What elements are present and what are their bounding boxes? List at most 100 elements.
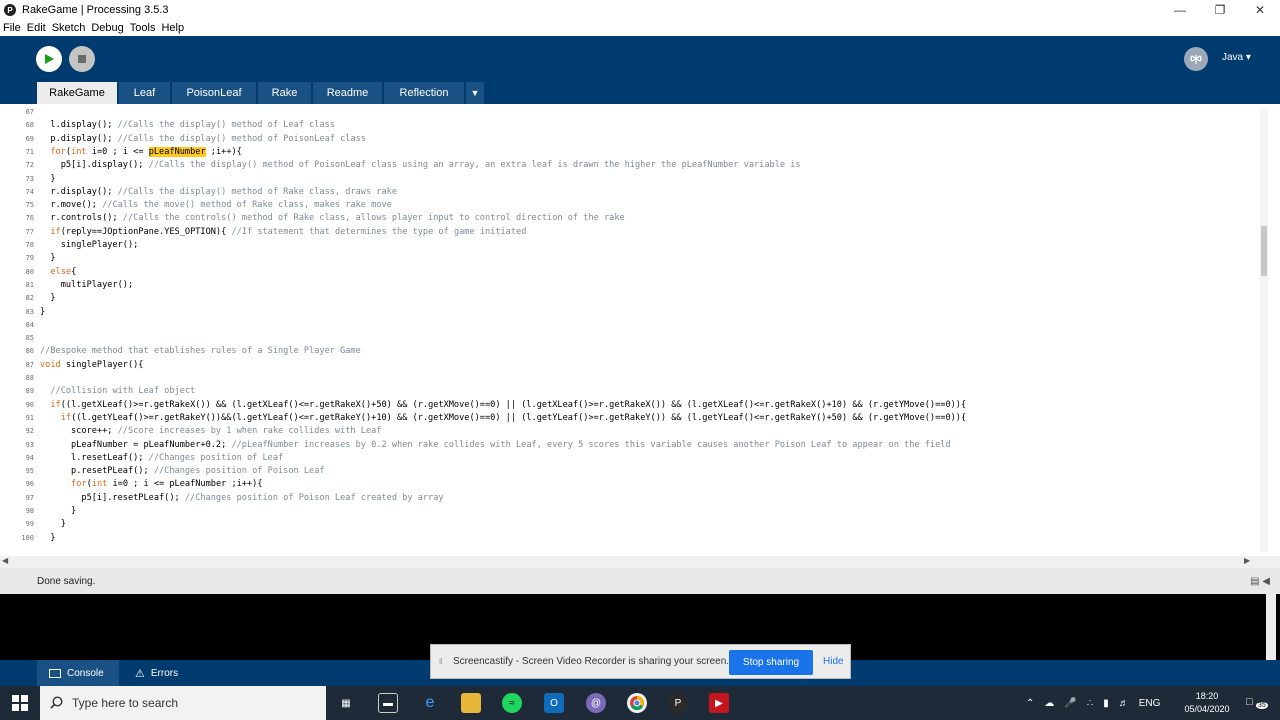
code-line[interactable]: 88: [0, 372, 1256, 385]
horizontal-scrollbar[interactable]: ◀ ▶: [0, 556, 1280, 568]
wifi-icon[interactable]: ∴: [1087, 698, 1093, 709]
code-line[interactable]: 100 }: [0, 532, 1256, 545]
menu-file[interactable]: File: [3, 22, 21, 34]
code-editor[interactable]: 67 68 l.display(); //Calls the display() …: [0, 104, 1280, 556]
language-indicator[interactable]: ENG: [1139, 698, 1161, 709]
code-line[interactable]: 94 l.resetLeaf(); //Changes position of …: [0, 452, 1256, 465]
tab-poisonleaf[interactable]: PoisonLeaf: [172, 82, 256, 104]
stop-icon: [78, 55, 86, 63]
maximize-icon[interactable]: ❐: [1200, 0, 1240, 20]
mode-selector[interactable]: Java ▾: [1222, 52, 1251, 63]
taskbar-search[interactable]: Type here to search: [40, 686, 326, 720]
code-line[interactable]: 91 if((l.getYLeaf()>=r.getRakeY())&&(l.g…: [0, 412, 1256, 425]
code-line[interactable]: 77 if(reply==JOptionPane.YES_OPTION){ //…: [0, 226, 1256, 239]
chrome-icon[interactable]: [627, 693, 647, 713]
code-text: singlePlayer();: [40, 240, 139, 250]
play-icon: [45, 54, 54, 64]
code-line[interactable]: 95 p.resetPLeaf(); //Changes position of…: [0, 465, 1256, 478]
stop-button[interactable]: [69, 46, 95, 72]
code-line[interactable]: 74 r.display(); //Calls the display() me…: [0, 186, 1256, 199]
menu-help[interactable]: Help: [161, 22, 184, 34]
code-text: if((l.getXLeaf()>=r.getRakeX()) && (l.ge…: [50, 399, 967, 410]
code-line[interactable]: 79 }: [0, 252, 1256, 265]
code-line[interactable]: 97 p5[i].resetPLeaf(); //Changes positio…: [0, 492, 1256, 505]
menu-sketch[interactable]: Sketch: [52, 22, 86, 34]
vertical-scrollbar[interactable]: [1260, 108, 1268, 552]
task-view-icon[interactable]: ▦: [336, 693, 356, 713]
processing-logo-icon: P: [4, 4, 16, 16]
code-line[interactable]: 76 r.controls(); //Calls the controls() …: [0, 212, 1256, 225]
acrobat-icon[interactable]: ▶: [709, 693, 729, 713]
line-number: 96: [25, 480, 34, 489]
menu-tools[interactable]: Tools: [130, 22, 156, 34]
stop-sharing-button[interactable]: Stop sharing: [729, 650, 813, 675]
file-explorer-icon[interactable]: [461, 693, 481, 713]
terminal-icon[interactable]: ▬: [378, 693, 398, 713]
code-line[interactable]: 96 for(int i=0 ; i <= pLeafNumber ;i++){: [0, 478, 1256, 491]
code-line[interactable]: 69 p.display(); //Calls the display() me…: [0, 133, 1256, 146]
tray-expand-icon[interactable]: ⌃: [1026, 698, 1034, 709]
code-line[interactable]: 85: [0, 332, 1256, 345]
code-text: }: [40, 506, 77, 516]
hide-button[interactable]: Hide: [823, 656, 844, 667]
code-line[interactable]: 73 }: [0, 173, 1256, 186]
menu-edit[interactable]: Edit: [27, 22, 46, 34]
menu-debug[interactable]: Debug: [91, 22, 123, 34]
close-icon[interactable]: ✕: [1240, 0, 1280, 20]
code-line[interactable]: 84: [0, 319, 1256, 332]
code-line[interactable]: 81 multiPlayer();: [0, 279, 1256, 292]
processing-taskbar-icon[interactable]: P: [668, 693, 688, 713]
code-line[interactable]: 87 void singlePlayer(){: [0, 359, 1256, 372]
scroll-right-icon[interactable]: ▶: [1244, 556, 1250, 565]
code-line[interactable]: 83}: [0, 306, 1256, 319]
code-line[interactable]: 93 pLeafNumber = pLeafNumber+0.2; //pLea…: [0, 439, 1256, 452]
code-line[interactable]: 80 else{: [0, 266, 1256, 279]
onedrive-icon[interactable]: ☁: [1044, 698, 1054, 709]
code-line[interactable]: 92 score++; //Score increases by 1 when …: [0, 425, 1256, 438]
app-swirl-icon[interactable]: @: [586, 693, 606, 713]
code-line[interactable]: 86 //Bespoke method that etablishes rules…: [0, 345, 1256, 358]
tab-menu-icon[interactable]: ▼: [466, 82, 484, 104]
mic-icon[interactable]: 🎤: [1064, 698, 1076, 709]
line-number: 92: [25, 427, 34, 436]
code-line[interactable]: 72 p5[i].display(); //Calls the display(…: [0, 159, 1256, 172]
tab-rakegame[interactable]: RakeGame: [37, 82, 117, 104]
windows-start-icon[interactable]: [12, 695, 28, 711]
code-line[interactable]: 82 }: [0, 292, 1256, 305]
system-clock[interactable]: 18:20 05/04/2020: [1182, 690, 1232, 716]
drag-handle-icon[interactable]: ‖: [439, 657, 442, 666]
tab-console[interactable]: Console: [37, 660, 119, 686]
tab-leaf[interactable]: Leaf: [119, 82, 170, 104]
minimize-icon[interactable]: —: [1160, 0, 1200, 20]
outlook-icon[interactable]: O: [544, 693, 564, 713]
code-line[interactable]: 71 for(int i=0 ; i <= pLeafNumber ;i++){: [0, 146, 1256, 159]
code-line[interactable]: 89 //Collision with Leaf object: [0, 385, 1256, 398]
run-button[interactable]: [36, 46, 62, 72]
code-line[interactable]: 67: [0, 106, 1256, 119]
edge-icon[interactable]: e: [420, 693, 440, 713]
code-line[interactable]: 99 }: [0, 518, 1256, 531]
search-placeholder: Type here to search: [72, 696, 179, 710]
debug-button[interactable]: [1184, 47, 1208, 71]
code-line[interactable]: 78 singlePlayer();: [0, 239, 1256, 252]
tab-reflection[interactable]: Reflection: [384, 82, 464, 104]
volume-icon[interactable]: ♬: [1119, 698, 1129, 709]
code-line[interactable]: 68 l.display(); //Calls the display() me…: [0, 119, 1256, 132]
notification-icon[interactable]: □ 35: [1244, 694, 1268, 712]
code-line[interactable]: 98 }: [0, 505, 1256, 518]
code-line[interactable]: 75 r.move(); //Calls the move() method o…: [0, 199, 1256, 212]
scrollbar-thumb[interactable]: [1261, 226, 1267, 276]
code-text: r.controls(); //Calls the controls() met…: [40, 213, 625, 224]
line-number: 80: [25, 267, 34, 276]
spotify-icon[interactable]: ≈: [502, 693, 522, 713]
tab-rake[interactable]: Rake: [258, 82, 311, 104]
tab-readme[interactable]: Readme: [313, 82, 382, 104]
code-text: }: [40, 253, 56, 264]
console-scrollbar[interactable]: [1266, 594, 1276, 660]
line-number: 87: [25, 360, 34, 369]
scroll-left-icon[interactable]: ◀: [2, 556, 8, 565]
battery-icon[interactable]: ▮: [1103, 698, 1109, 709]
code-line[interactable]: 90 if((l.getXLeaf()>=r.getRakeX()) && (l…: [0, 399, 1256, 412]
tab-errors[interactable]: ⚠ Errors: [125, 660, 200, 686]
code-text: p5[i].resetPLeaf(); //Changes position o…: [40, 492, 444, 503]
